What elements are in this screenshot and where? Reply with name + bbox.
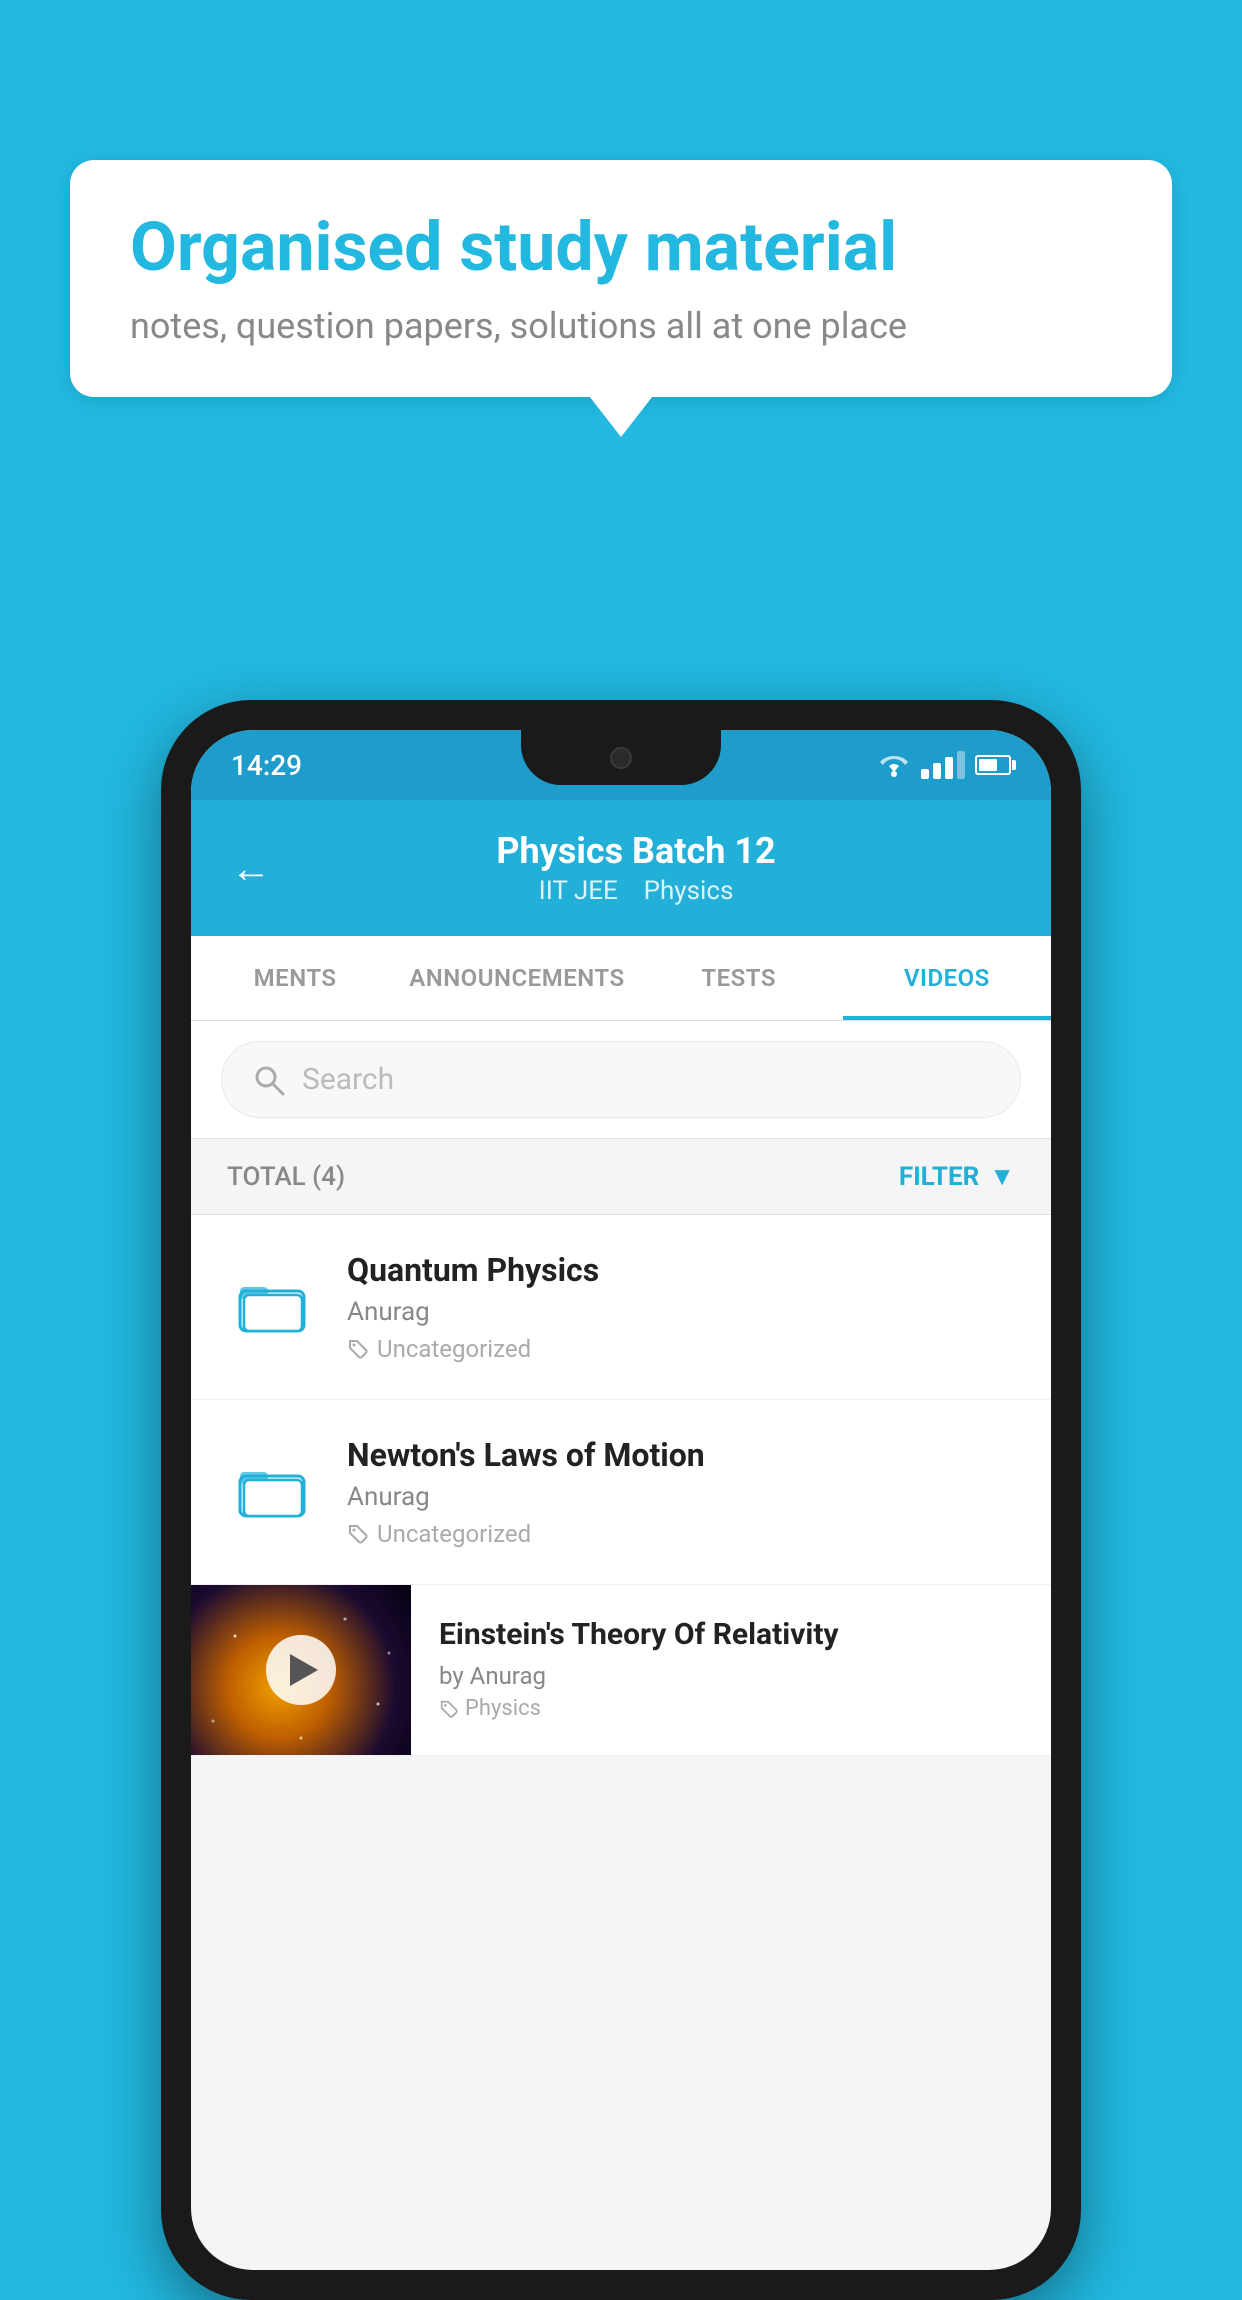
tag-icon [439, 1699, 459, 1719]
search-placeholder: Search [302, 1062, 394, 1097]
tab-videos[interactable]: VIDEOS [843, 936, 1051, 1020]
battery-icon [975, 755, 1011, 775]
speech-bubble: Organised study material notes, question… [70, 160, 1172, 397]
video-info-2: Einstein's Theory Of Relativity by Anura… [411, 1585, 1051, 1751]
bubble-subtitle: notes, question papers, solutions all at… [130, 305, 1112, 347]
list-item[interactable]: Newton's Laws of Motion Anurag Uncategor… [191, 1400, 1051, 1585]
notch [521, 730, 721, 785]
phone-wrapper: 14:29 [161, 700, 1081, 2300]
phone-outer: 14:29 [161, 700, 1081, 2300]
search-icon [252, 1063, 286, 1097]
tag-icon [347, 1523, 369, 1545]
play-triangle-icon [290, 1654, 318, 1686]
status-icons [877, 751, 1011, 779]
back-button[interactable]: ← [231, 845, 271, 892]
tab-ments[interactable]: MENTS [191, 936, 399, 1020]
video-info-1: Newton's Laws of Motion Anurag Uncategor… [347, 1436, 1015, 1548]
header-subtitle-physics: Physics [644, 876, 734, 906]
content-list: Quantum Physics Anurag Uncategorized [191, 1215, 1051, 1756]
signal-icon [921, 751, 965, 779]
search-bar[interactable]: Search [221, 1041, 1021, 1118]
tab-announcements[interactable]: ANNOUNCEMENTS [399, 936, 634, 1020]
video-tag-1: Uncategorized [347, 1520, 1015, 1548]
filter-label: FILTER [899, 1162, 979, 1192]
header-title-group: Physics Batch 12 IIT JEE Physics [301, 830, 1011, 906]
filter-icon: ▼ [989, 1161, 1015, 1192]
header-subtitle-iitjee: IIT JEE [539, 876, 618, 906]
list-item[interactable]: Quantum Physics Anurag Uncategorized [191, 1215, 1051, 1400]
phone-screen: 14:29 [191, 730, 1051, 2270]
status-bar: 14:29 [191, 730, 1051, 800]
video-info-0: Quantum Physics Anurag Uncategorized [347, 1251, 1015, 1363]
app-header: ← Physics Batch 12 IIT JEE Physics [191, 800, 1051, 936]
bubble-title: Organised study material [130, 210, 1112, 285]
camera-dot [610, 747, 632, 769]
tab-tests[interactable]: TESTS [635, 936, 843, 1020]
list-item[interactable]: Einstein's Theory Of Relativity by Anura… [191, 1585, 1051, 1756]
video-thumbnail-2 [191, 1585, 411, 1755]
video-tag-0: Uncategorized [347, 1335, 1015, 1363]
video-title-2: Einstein's Theory Of Relativity [439, 1615, 1023, 1654]
speech-bubble-container: Organised study material notes, question… [70, 160, 1172, 397]
status-time: 14:29 [231, 749, 302, 782]
filter-button[interactable]: FILTER ▼ [899, 1161, 1015, 1192]
header-title: Physics Batch 12 [301, 830, 971, 872]
video-author-2: by Anurag [439, 1662, 1023, 1690]
video-folder-icon-0 [227, 1277, 317, 1337]
filter-bar: TOTAL (4) FILTER ▼ [191, 1139, 1051, 1215]
video-author-0: Anurag [347, 1297, 1015, 1327]
search-container: Search [191, 1021, 1051, 1139]
wifi-icon [877, 752, 911, 778]
tabs-bar: MENTS ANNOUNCEMENTS TESTS VIDEOS [191, 936, 1051, 1021]
video-tag-2: Physics [439, 1696, 1023, 1721]
video-title-0: Quantum Physics [347, 1251, 1015, 1289]
tag-icon [347, 1338, 369, 1360]
total-count: TOTAL (4) [227, 1162, 345, 1192]
video-title-1: Newton's Laws of Motion [347, 1436, 1015, 1474]
header-subtitle: IIT JEE Physics [301, 876, 971, 906]
play-button[interactable] [266, 1635, 336, 1705]
video-author-1: Anurag [347, 1482, 1015, 1512]
video-folder-icon-1 [227, 1462, 317, 1522]
